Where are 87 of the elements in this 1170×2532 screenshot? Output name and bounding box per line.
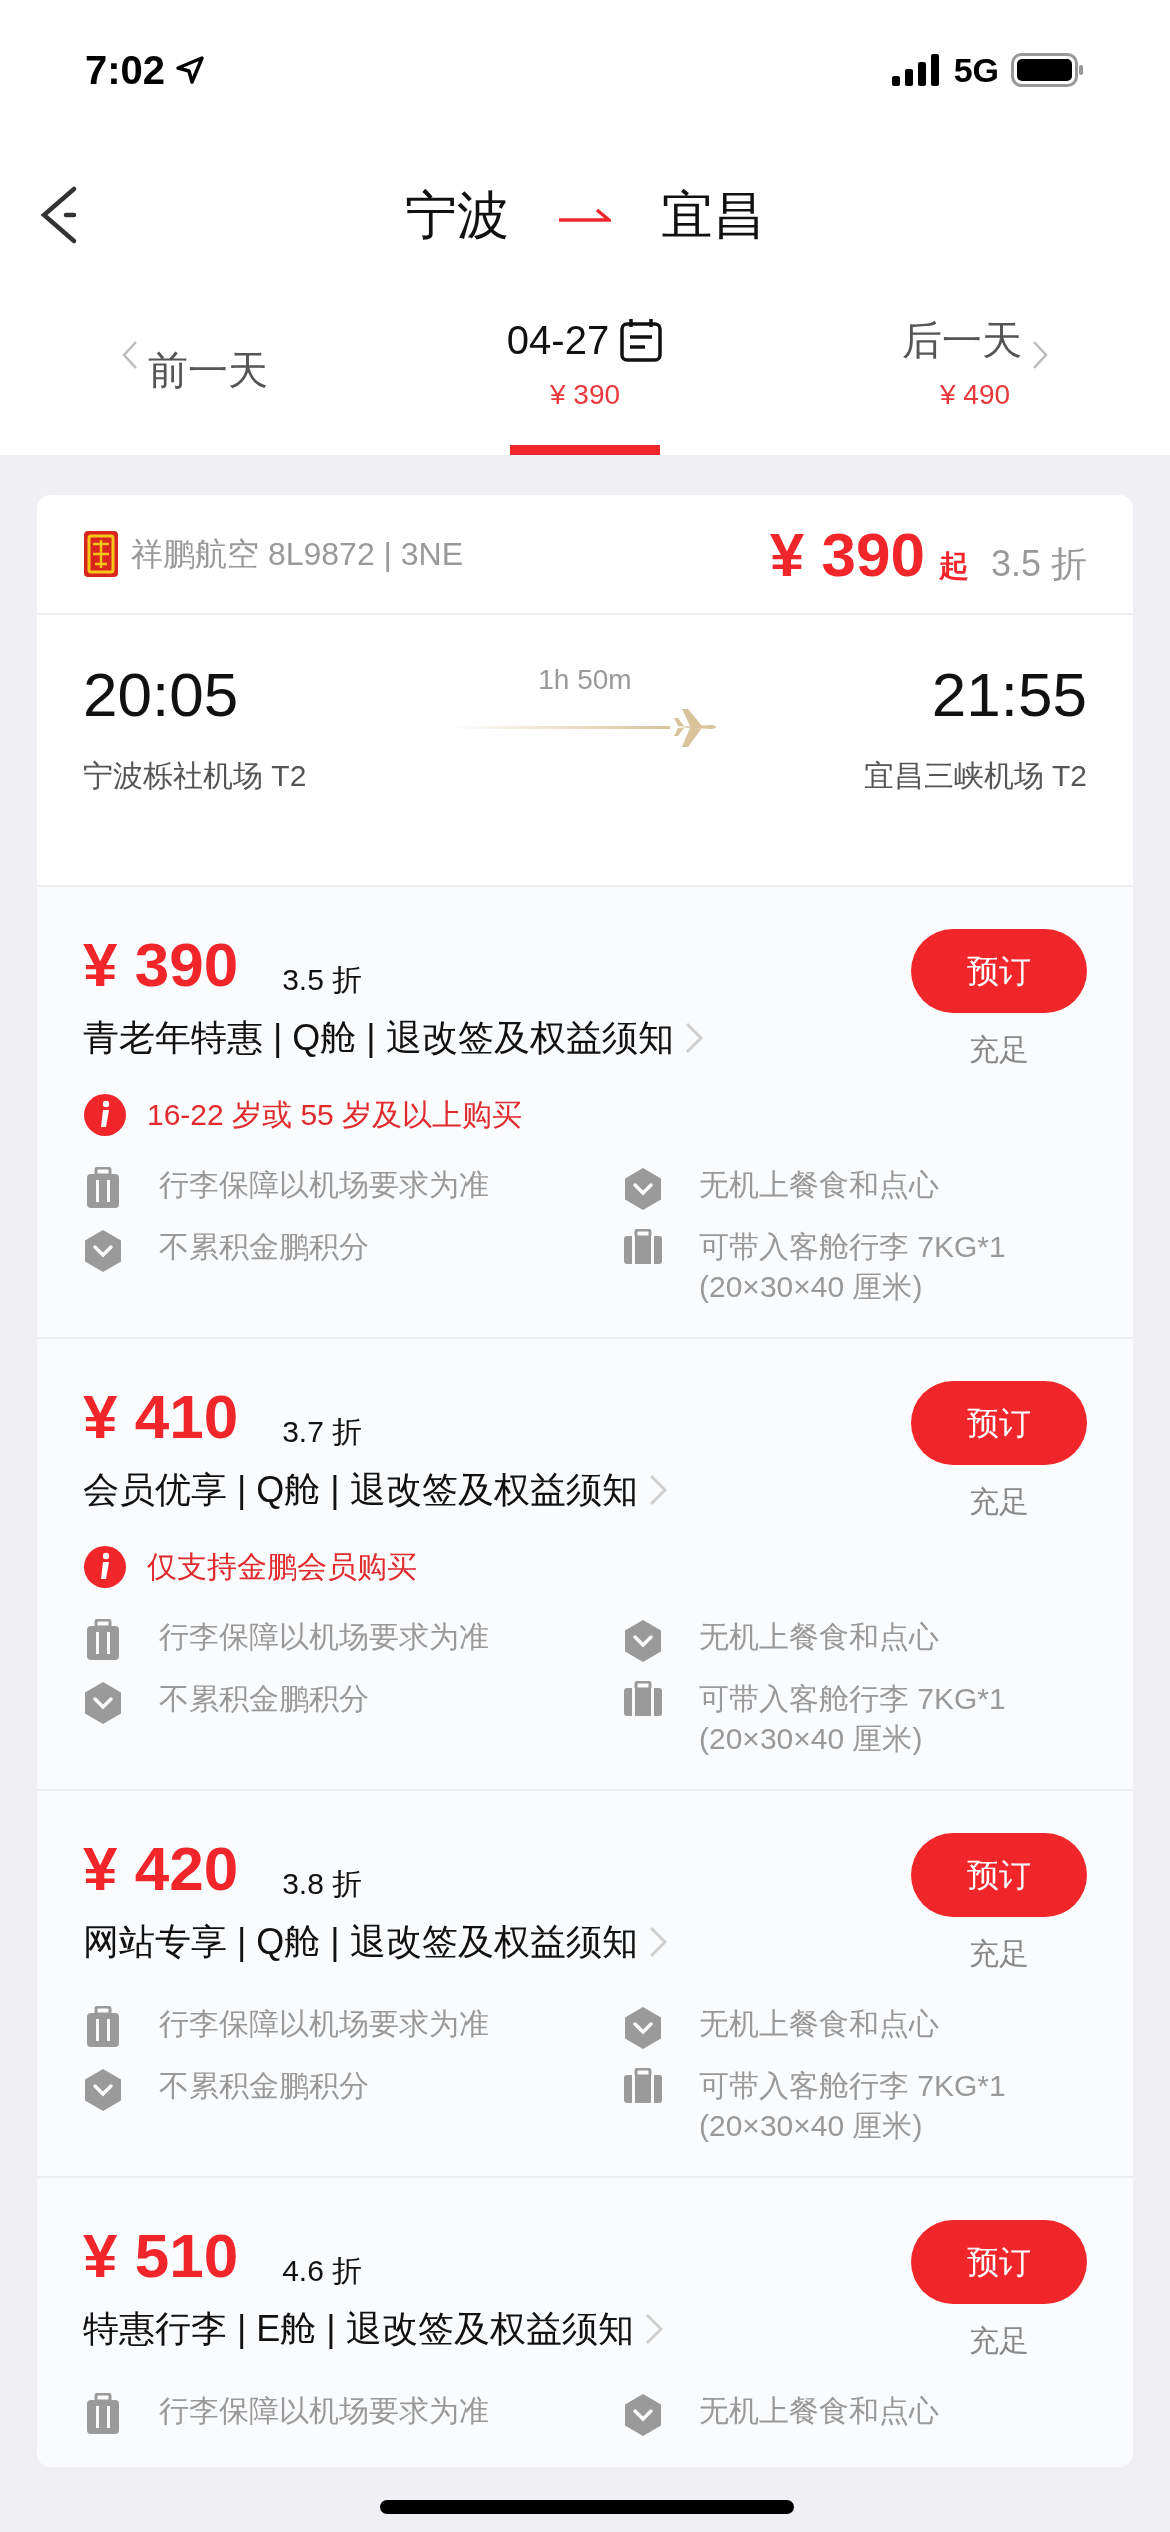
date-tab-label: 后一天 (902, 317, 1022, 364)
feature-text: 可带入客舱行李 7KG*1 (699, 1229, 1006, 1265)
flight-duration: 1h 50m (538, 663, 632, 697)
feature-text: 无机上餐食和点心 (699, 1167, 939, 1203)
discount-text: 3.5 折 (282, 962, 363, 998)
book-button[interactable]: 预订 (911, 1381, 1087, 1465)
availability-text: 充足 (969, 1484, 1029, 1520)
luggage-icon (85, 1619, 121, 1663)
date-tab-price: ¥ 390 (549, 378, 621, 412)
departure-airport: 宁波栎社机场 T2 (83, 758, 307, 794)
chevron-right-icon (643, 2312, 664, 2346)
network-label: 5G (953, 49, 999, 91)
feature-text: 行李保障以机场要求为准 (159, 1619, 489, 1655)
chevron-left-icon (122, 340, 138, 370)
feature-text: 不累积金鹏积分 (159, 1681, 369, 1717)
status-time: 7:02 (85, 47, 166, 94)
fare-rules-link[interactable]: 青老年特惠 | Q舱 | 退改签及权益须知 (83, 1011, 674, 1065)
book-button[interactable]: 预订 (911, 2220, 1087, 2304)
book-button[interactable]: 预订 (911, 1833, 1087, 1917)
briefcase-icon (623, 2068, 663, 2104)
feature-text: 无机上餐食和点心 (699, 2393, 939, 2429)
origin-city: 宁波 (405, 185, 509, 246)
availability-text: 充足 (969, 1032, 1029, 1068)
feature-text: 不累积金鹏积分 (159, 2068, 369, 2104)
calendar-icon (619, 317, 664, 363)
date-tab-price: ¥ 490 (939, 378, 1011, 412)
info-icon (83, 1544, 127, 1589)
feature-text: 无机上餐食和点心 (699, 2006, 939, 2042)
feature-text: 行李保障以机场要求为准 (159, 1167, 489, 1203)
luggage-icon (85, 2393, 121, 2437)
chevron-right-icon (1032, 340, 1048, 370)
discount-text: 3.7 折 (282, 1414, 363, 1450)
departure-time: 20:05 (83, 659, 240, 731)
hexagon-check-icon (83, 2068, 123, 2112)
fare-price: ¥ 390 (83, 929, 239, 1001)
arrival-time: 21:55 (931, 659, 1087, 731)
fare-rules-link[interactable]: 网站专享 | Q舱 | 退改签及权益须知 (83, 1915, 638, 1969)
fare-price: ¥ 420 (83, 1833, 239, 1905)
arrival-airport: 宜昌三峡机场 T2 (863, 758, 1087, 794)
availability-text: 充足 (969, 2323, 1029, 2359)
hexagon-check-icon (623, 2393, 663, 2437)
hexagon-check-icon (623, 1167, 663, 1211)
feature-text: 不累积金鹏积分 (159, 1229, 369, 1265)
date-tab-label: 04-27 (506, 317, 610, 364)
signal-icon (891, 54, 942, 86)
briefcase-icon (623, 1229, 663, 1265)
hexagon-check-icon (83, 1681, 123, 1725)
date-tab-label: 前一天 (148, 347, 268, 394)
price-suffix: 起 (938, 547, 969, 584)
fare-rules-link[interactable]: 特惠行李 | E舱 | 退改签及权益须知 (83, 2302, 634, 2356)
luggage-icon (85, 1167, 121, 1211)
book-button[interactable]: 预订 (911, 929, 1087, 1013)
battery-icon (1011, 53, 1085, 87)
chevron-right-icon (647, 1473, 668, 1507)
feature-detail: (20×30×40 厘米) (699, 1721, 924, 1757)
hexagon-check-icon (83, 1229, 123, 1273)
notice-text: 仅支持金鹏会员购买 (147, 1549, 417, 1585)
location-arrow-icon (175, 55, 206, 85)
feature-detail: (20×30×40 厘米) (699, 2108, 924, 2144)
briefcase-icon (623, 1681, 663, 1717)
date-tab[interactable]: 后一天 ¥ 490 (780, 290, 1170, 455)
info-icon (83, 1092, 127, 1137)
feature-detail: (20×30×40 厘米) (699, 1269, 924, 1305)
date-tab[interactable]: 04-27 ¥ 390 (390, 290, 780, 455)
date-tab[interactable]: 前一天 (0, 290, 390, 455)
airline-info: 祥鹏航空 8L9872 | 3NE (131, 535, 463, 574)
availability-text: 充足 (969, 1936, 1029, 1972)
fare-rules-link[interactable]: 会员优享 | Q舱 | 退改签及权益须知 (83, 1463, 638, 1517)
feature-text: 行李保障以机场要求为准 (159, 2393, 489, 2429)
fare-price: ¥ 510 (83, 2220, 239, 2292)
lowest-price: ¥ 390 (769, 518, 925, 591)
airline-logo-icon (83, 530, 119, 578)
notice-text: 16-22 岁或 55 岁及以上购买 (147, 1097, 523, 1133)
hexagon-check-icon (623, 1619, 663, 1663)
chevron-right-icon (647, 1925, 668, 1959)
hexagon-check-icon (623, 2006, 663, 2050)
feature-text: 可带入客舱行李 7KG*1 (699, 1681, 1006, 1717)
feature-text: 行李保障以机场要求为准 (159, 2006, 489, 2042)
feature-text: 无机上餐食和点心 (699, 1619, 939, 1655)
discount-text: 3.5 折 (990, 541, 1087, 586)
luggage-icon (85, 2006, 121, 2050)
destination-city: 宜昌 (661, 185, 765, 246)
discount-text: 4.6 折 (282, 2253, 363, 2289)
discount-text: 3.8 折 (282, 1866, 363, 1902)
fare-price: ¥ 410 (83, 1381, 239, 1453)
chevron-right-icon (683, 1021, 704, 1055)
feature-text: 可带入客舱行李 7KG*1 (699, 2068, 1006, 2104)
